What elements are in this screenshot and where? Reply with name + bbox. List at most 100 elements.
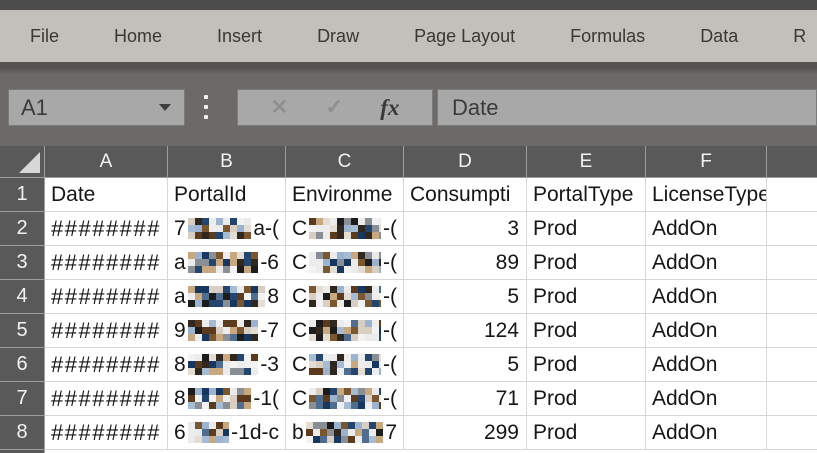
cell-B1[interactable]: PortalId <box>168 178 286 212</box>
row-header-2[interactable]: 2 <box>0 212 45 246</box>
cancel-icon[interactable]: ✕ <box>271 95 289 120</box>
column-header-b[interactable]: B <box>168 146 286 178</box>
cell-C6[interactable]: C-( <box>286 348 404 382</box>
cell-C1[interactable]: Environme <box>286 178 404 212</box>
redacted-portal-id-suffix: -3 <box>260 353 279 377</box>
cell-A6[interactable]: ######## <box>45 348 168 382</box>
chevron-down-icon[interactable] <box>159 104 171 111</box>
row-header-3[interactable]: 3 <box>0 246 45 280</box>
redacted-environment-suffix: -( <box>383 319 397 343</box>
cell-B5[interactable]: 9-7 <box>168 314 286 348</box>
ribbon-tab-bar: File Home Insert Draw Page Layout Formulas Dat… <box>0 10 817 62</box>
ribbon-tab-file[interactable]: File <box>30 26 59 47</box>
cell-F8[interactable]: AddOn <box>646 416 767 450</box>
cell-A8[interactable]: ######## <box>45 416 168 450</box>
cell-G3[interactable] <box>767 246 817 280</box>
row-header-7[interactable]: 7 <box>0 382 45 416</box>
row-header-5[interactable]: 5 <box>0 314 45 348</box>
cell-B7[interactable]: 8-1( <box>168 382 286 416</box>
cell-F3[interactable]: AddOn <box>646 246 767 280</box>
cell-A1[interactable]: Date <box>45 178 168 212</box>
cell-G5[interactable] <box>767 314 817 348</box>
cell-G7[interactable] <box>767 382 817 416</box>
cell-F4[interactable]: AddOn <box>646 280 767 314</box>
cell-A3[interactable]: ######## <box>45 246 168 280</box>
cell-D4[interactable]: 5 <box>404 280 527 314</box>
cell-A7[interactable]: ######## <box>45 382 168 416</box>
row-header-4[interactable]: 4 <box>0 280 45 314</box>
cell-C5[interactable]: C-( <box>286 314 404 348</box>
cell-D3[interactable]: 89 <box>404 246 527 280</box>
ribbon-tab-home[interactable]: Home <box>114 26 162 47</box>
insert-function-icon[interactable]: fx <box>380 95 399 121</box>
cell-A2[interactable]: ######## <box>45 212 168 246</box>
cell-E4[interactable]: Prod <box>527 280 646 314</box>
cell-C7[interactable]: C-( <box>286 382 404 416</box>
cell-E7[interactable]: Prod <box>527 382 646 416</box>
cell-E5[interactable]: Prod <box>527 314 646 348</box>
redacted-portal-id-suffix: 8 <box>267 285 279 309</box>
ribbon-tab-r[interactable]: R <box>793 26 806 47</box>
cell-F7[interactable]: AddOn <box>646 382 767 416</box>
column-header-partial[interactable] <box>767 146 817 178</box>
cell-A5[interactable]: ######## <box>45 314 168 348</box>
cell-G1[interactable] <box>767 178 817 212</box>
cell-D7[interactable]: 71 <box>404 382 527 416</box>
cell-B3[interactable]: a-6 <box>168 246 286 280</box>
redacted-environment-prefix: C <box>292 251 307 275</box>
cell-C8[interactable]: b7 <box>286 416 404 450</box>
cell-C2[interactable]: C-( <box>286 212 404 246</box>
row-header-8[interactable]: 8 <box>0 416 45 450</box>
column-header-d[interactable]: D <box>404 146 527 178</box>
cell-C4[interactable]: C-( <box>286 280 404 314</box>
cell-G4[interactable] <box>767 280 817 314</box>
cell-F5[interactable]: AddOn <box>646 314 767 348</box>
cell-G8[interactable] <box>767 416 817 450</box>
column-header-e[interactable]: E <box>527 146 646 178</box>
cell-A4[interactable]: ######## <box>45 280 168 314</box>
cell-B8[interactable]: 6-1d-c <box>168 416 286 450</box>
row-header-6[interactable]: 6 <box>0 348 45 382</box>
cell-C3[interactable]: C-( <box>286 246 404 280</box>
ribbon-tab-insert[interactable]: Insert <box>217 26 262 47</box>
cell-B4[interactable]: a 8 <box>168 280 286 314</box>
redacted-environment-prefix: C <box>292 387 307 411</box>
column-header-c[interactable]: C <box>286 146 404 178</box>
enter-icon[interactable]: ✓ <box>325 95 343 120</box>
redacted-portal-id-suffix: -6 <box>260 251 279 275</box>
column-header-f[interactable]: F <box>646 146 767 178</box>
redaction-mosaic <box>309 286 381 307</box>
select-all-button[interactable] <box>0 146 45 178</box>
row-header-1[interactable]: 1 <box>0 178 45 212</box>
cell-D2[interactable]: 3 <box>404 212 527 246</box>
cell-F1[interactable]: LicenseType <box>646 178 767 212</box>
cell-D1[interactable]: Consumpti <box>404 178 527 212</box>
ribbon-tab-data[interactable]: Data <box>700 26 738 47</box>
cell-E3[interactable]: Prod <box>527 246 646 280</box>
cell-E1[interactable]: PortalType <box>527 178 646 212</box>
cell-E6[interactable]: Prod <box>527 348 646 382</box>
ribbon-tab-page-layout[interactable]: Page Layout <box>414 26 515 47</box>
cell-F2[interactable]: AddOn <box>646 212 767 246</box>
cell-E2[interactable]: Prod <box>527 212 646 246</box>
cell-B2[interactable]: 7a-( <box>168 212 286 246</box>
cell-G6[interactable] <box>767 348 817 382</box>
cell-F6[interactable]: AddOn <box>646 348 767 382</box>
redaction-mosaic <box>309 320 381 341</box>
redacted-environment-suffix: -( <box>383 217 397 241</box>
cell-D6[interactable]: 5 <box>404 348 527 382</box>
ribbon-tab-formulas[interactable]: Formulas <box>570 26 645 47</box>
cell-B6[interactable]: 8-3 <box>168 348 286 382</box>
cell-D8[interactable]: 299 <box>404 416 527 450</box>
formula-bar-drag-handle-icon[interactable] <box>204 95 209 119</box>
ribbon-tab-draw[interactable]: Draw <box>317 26 359 47</box>
name-box[interactable]: A1 <box>8 89 185 126</box>
cell-E8[interactable]: Prod <box>527 416 646 450</box>
cell-D5[interactable]: 124 <box>404 314 527 348</box>
redaction-mosaic <box>188 388 252 409</box>
formula-input[interactable]: Date <box>437 89 817 126</box>
redacted-environment-suffix: 7 <box>385 421 397 445</box>
excel-window: File Home Insert Draw Page Layout Formulas Dat… <box>0 0 817 453</box>
cell-G2[interactable] <box>767 212 817 246</box>
column-header-a[interactable]: A <box>45 146 168 178</box>
